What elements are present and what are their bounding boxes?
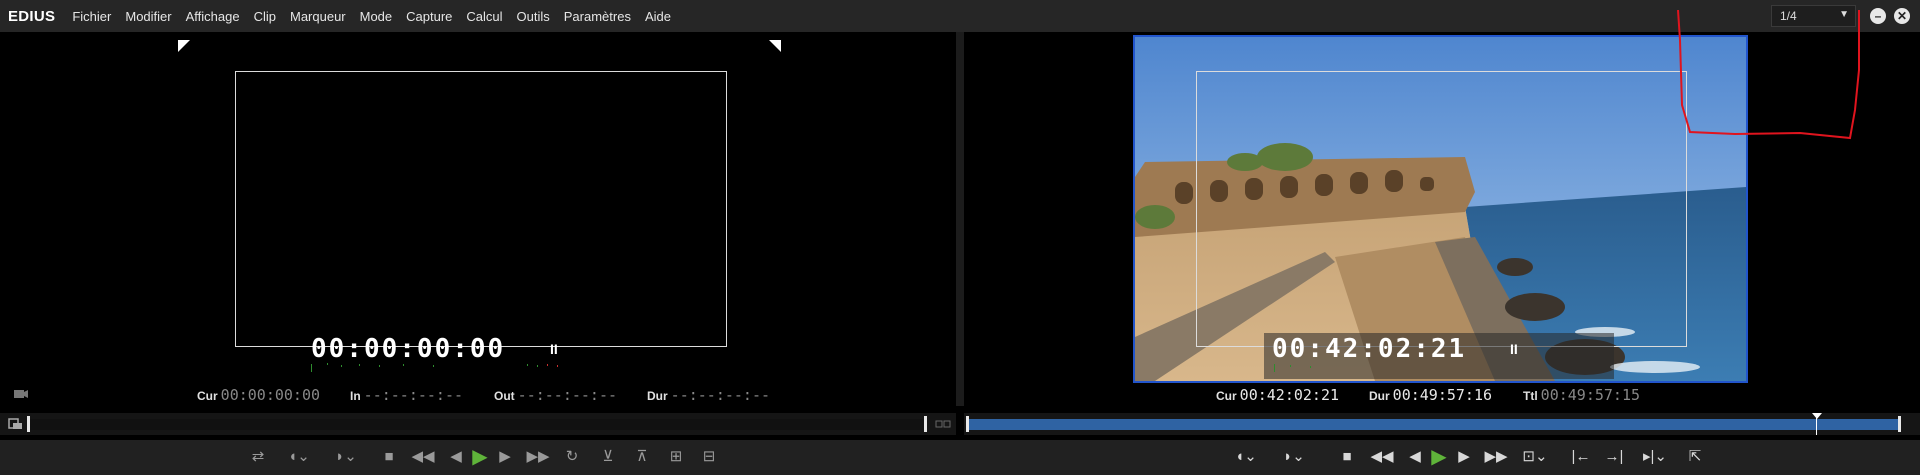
dur-value[interactable]: --:--:--:--: [671, 386, 770, 404]
menu-outils[interactable]: Outils: [510, 9, 557, 24]
player-timecode-row: Cur 00:00:00:00: [197, 386, 320, 404]
in-value[interactable]: --:--:--:--: [364, 386, 463, 404]
fast-forward-button[interactable]: ▶▶: [1484, 448, 1508, 466]
recorder-scrub-bar[interactable]: [964, 413, 1920, 435]
audio-meter: [311, 363, 558, 372]
menu-affichage[interactable]: Affichage: [179, 9, 247, 24]
recorder-ttl-row: Ttl 00:49:57:15: [1523, 386, 1640, 404]
overwrite-timeline-button[interactable]: ⊟: [697, 448, 721, 466]
dur-label: Dur: [647, 389, 668, 403]
cur-value: 00:00:00:00: [220, 386, 321, 404]
recorder-dur-row: Dur 00:49:57:16: [1369, 386, 1492, 404]
scrub-handle-start[interactable]: [27, 416, 30, 432]
menu-modifier[interactable]: Modifier: [118, 9, 178, 24]
menu-mode[interactable]: Mode: [353, 9, 400, 24]
menu-capture[interactable]: Capture: [399, 9, 459, 24]
set-out-button[interactable]: ◗⌄: [332, 448, 360, 466]
monitor-splitter[interactable]: [956, 32, 964, 406]
out-value[interactable]: --:--:--:--: [518, 386, 617, 404]
ttl-value: 00:49:57:15: [1540, 386, 1641, 404]
loop-play-button[interactable]: ⊡⌄: [1520, 448, 1550, 466]
play-button[interactable]: ▶: [469, 447, 491, 467]
recorder-timecode-overlay: 00:42:02:21: [1272, 334, 1467, 364]
overwrite-icon[interactable]: ⊼: [632, 448, 652, 466]
sync-icon[interactable]: ⇄: [248, 448, 268, 466]
step-back-button[interactable]: ◀: [1408, 448, 1422, 466]
fast-forward-button[interactable]: ▶▶: [526, 448, 550, 466]
loop-icon[interactable]: [8, 417, 22, 431]
corner-marker-icon: [769, 40, 781, 52]
insert-timeline-button[interactable]: ⊞: [664, 448, 688, 466]
step-back-button[interactable]: ◀: [449, 448, 463, 466]
set-in-button[interactable]: ◖⌄: [285, 448, 313, 466]
dur-label: Dur: [1369, 389, 1390, 403]
menu-clip[interactable]: Clip: [247, 9, 283, 24]
link-icon[interactable]: [935, 418, 951, 430]
minimize-button[interactable]: –: [1870, 8, 1886, 24]
set-out-button[interactable]: ◗⌄: [1280, 448, 1308, 466]
audio-meter: [1274, 364, 1311, 372]
scrub-handle-end[interactable]: [924, 416, 927, 432]
player-monitor[interactable]: 00:00:00:00 II: [0, 32, 957, 406]
menu-bar: EDIUS Fichier Modifier Affichage Clip Ma…: [0, 0, 1920, 32]
camera-icon[interactable]: [13, 387, 29, 401]
corner-marker-icon: [178, 40, 190, 52]
menu-parametres[interactable]: Paramètres: [557, 9, 638, 24]
recorder-safe-area-frame: [1196, 71, 1687, 347]
set-in-button[interactable]: ◖⌄: [1232, 448, 1260, 466]
loop-play-button[interactable]: ↻: [562, 448, 582, 466]
rewind-button[interactable]: ◀◀: [411, 448, 435, 466]
ttl-label: Ttl: [1523, 389, 1538, 403]
close-button[interactable]: ✕: [1894, 8, 1910, 24]
marker-button[interactable]: ▸|⌄: [1640, 448, 1670, 466]
cur-value: 00:42:02:21: [1239, 386, 1340, 404]
dur-value: 00:49:57:16: [1392, 386, 1493, 404]
menu-calcul[interactable]: Calcul: [459, 9, 509, 24]
in-label: In: [350, 389, 361, 403]
player-track[interactable]: [27, 419, 927, 430]
insert-icon[interactable]: ⊻: [598, 448, 618, 466]
player-out-row: Out --:--:--:--: [494, 386, 617, 404]
step-forward-button[interactable]: ▶: [1457, 448, 1471, 466]
recorder-track[interactable]: [966, 419, 1901, 430]
safe-area-frame: [235, 71, 727, 347]
export-icon[interactable]: ⇱: [1684, 448, 1706, 466]
previous-edit-button[interactable]: |←: [1570, 448, 1592, 466]
pause-icon: II: [1510, 341, 1518, 357]
transport-bar: ⇄ ◖⌄ ◗⌄ ■ ◀◀ ◀ ▶ ▶ ▶▶ ↻ ⊻ ⊼ ⊞ ⊟ ◖⌄ ◗⌄ ■ …: [0, 440, 1920, 475]
player-in-row: In --:--:--:--: [350, 386, 463, 404]
stop-button[interactable]: ■: [1338, 448, 1356, 466]
playhead-cursor[interactable]: [1811, 413, 1822, 435]
menu-marqueur[interactable]: Marqueur: [283, 9, 353, 24]
menu-aide[interactable]: Aide: [638, 9, 678, 24]
play-button[interactable]: ▶: [1428, 447, 1450, 467]
pause-icon: II: [550, 341, 558, 357]
out-label: Out: [494, 389, 515, 403]
player-scrub-bar[interactable]: [0, 413, 956, 435]
rewind-button[interactable]: ◀◀: [1370, 448, 1394, 466]
cur-label: Cur: [1216, 389, 1237, 403]
player-dur-row: Dur --:--:--:--: [647, 386, 770, 404]
cur-label: Cur: [197, 389, 218, 403]
app-logo: EDIUS: [8, 7, 56, 25]
step-forward-button[interactable]: ▶: [498, 448, 512, 466]
annotation-stroke: [1677, 10, 1860, 140]
player-timecode-overlay: 00:00:00:00: [311, 334, 506, 364]
recorder-cur-row: Cur 00:42:02:21: [1216, 386, 1339, 404]
scrub-handle-end[interactable]: [1898, 416, 1901, 432]
scrub-handle-start[interactable]: [966, 416, 969, 432]
menu-fichier[interactable]: Fichier: [65, 9, 118, 24]
stop-button[interactable]: ■: [380, 448, 398, 466]
next-edit-button[interactable]: →|: [1603, 448, 1625, 466]
